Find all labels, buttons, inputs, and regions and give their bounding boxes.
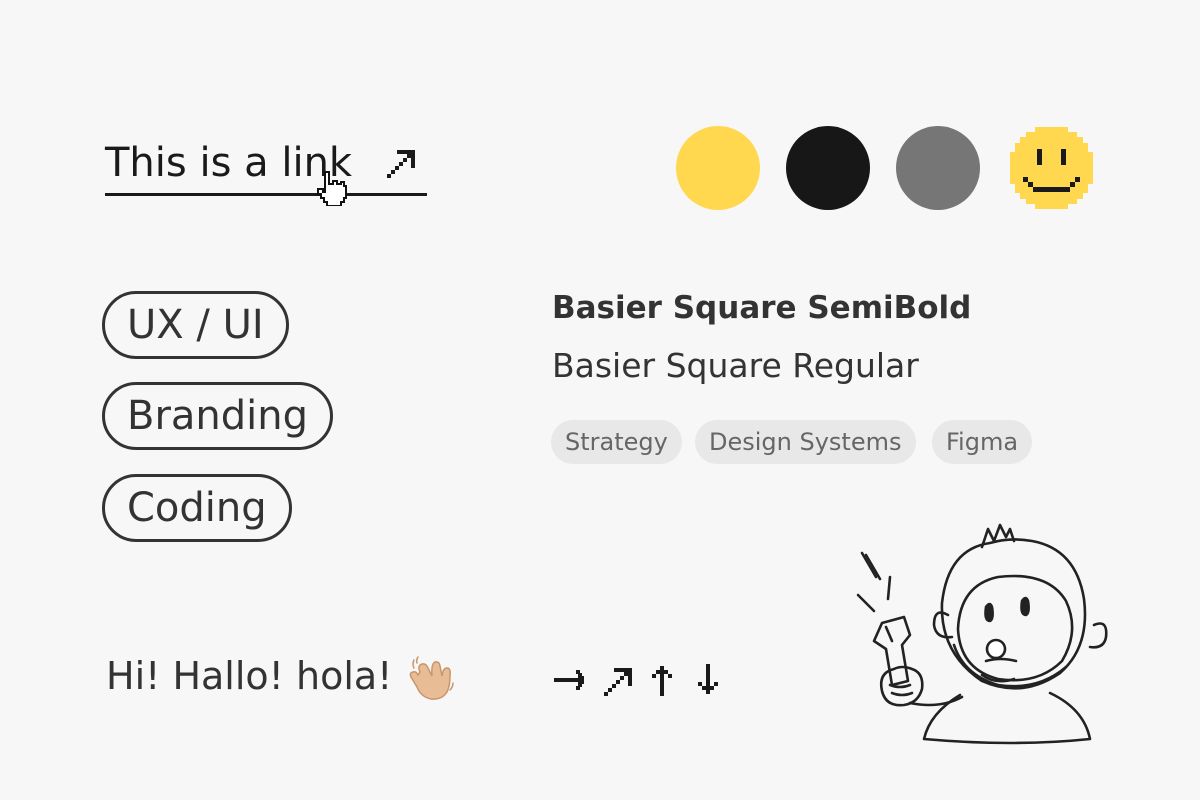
greeting-text: Hi! Hallo! hola! [106, 654, 393, 698]
arrow-up-right-icon [604, 668, 632, 696]
tag-branding[interactable]: Branding [102, 382, 333, 450]
tag-coding[interactable]: Coding [102, 474, 292, 542]
hand-pointer-icon [317, 171, 347, 206]
tag-design-systems[interactable]: Design Systems [695, 420, 916, 464]
arrow-up-icon [652, 666, 672, 696]
tag-ux-ui[interactable]: UX / UI [102, 291, 289, 359]
tag-figma[interactable]: Figma [932, 420, 1033, 464]
regular-sample: Basier Square Regular [552, 346, 919, 385]
arrow-down-icon [698, 664, 718, 694]
mascot-illustration [856, 523, 1108, 745]
text-link[interactable]: This is a link [105, 138, 427, 196]
arrow-up-right-icon [387, 150, 415, 178]
tag-strategy[interactable]: Strategy [551, 420, 682, 464]
arrow-right-icon [554, 670, 584, 690]
yellow-swatch [676, 126, 760, 210]
smiley-icon [1010, 127, 1093, 209]
black-swatch [786, 126, 870, 210]
gray-swatch [896, 126, 980, 210]
semibold-sample: Basier Square SemiBold [552, 290, 972, 326]
waving-hand-icon [409, 656, 454, 700]
